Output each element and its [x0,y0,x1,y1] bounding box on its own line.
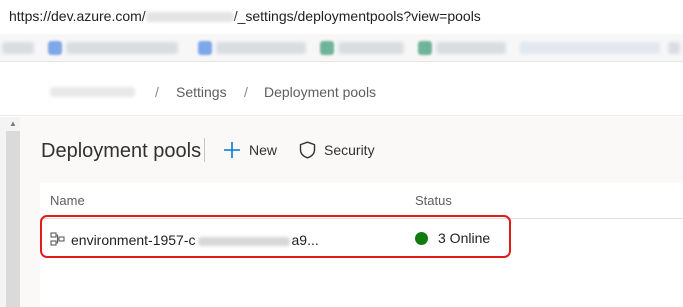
url-suffix: /_settings/deploymentpools?view=pools [233,8,481,24]
bookmark-item[interactable] [2,42,34,54]
breadcrumb-deployment-pools[interactable]: Deployment pools [264,84,376,100]
bookmark-icon [418,41,432,55]
bookmark-item[interactable] [216,42,306,54]
column-header-name[interactable]: Name [50,193,85,208]
url-prefix: https://dev.azure.com/ [9,8,146,24]
breadcrumb-separator: / [155,84,159,100]
bookmark-item[interactable] [520,42,660,54]
breadcrumb-settings[interactable]: Settings [176,84,227,100]
bookmark-item[interactable] [668,42,680,54]
scroll-up-icon[interactable]: ▲ [7,119,19,129]
security-button[interactable]: Security [299,139,375,161]
browser-url-bar[interactable]: https://dev.azure.com/ /_settings/deploym… [0,0,683,34]
breadcrumb-separator: / [244,84,248,100]
plus-icon [224,142,240,158]
bookmark-item[interactable] [66,42,178,54]
bookmark-icon [48,41,62,55]
new-button-label: New [249,142,278,158]
scrollbar[interactable] [6,131,20,307]
page-title: Deployment pools [41,140,202,162]
highlight-annotation [40,215,511,258]
breadcrumb: / Settings / Deployment pools [0,62,683,116]
bookmarks-bar [0,34,683,62]
bookmark-icon [198,41,212,55]
security-button-label: Security [324,142,375,158]
redacted-org-name [145,12,234,23]
bookmark-item[interactable] [436,42,506,54]
toolbar-divider [204,138,205,162]
bookmark-item[interactable] [338,42,404,54]
redacted-project-name[interactable] [50,87,135,97]
bookmark-icon [320,41,334,55]
url-text[interactable]: https://dev.azure.com/ /_settings/deploym… [9,8,481,24]
column-header-status[interactable]: Status [415,193,452,208]
shield-icon [299,141,316,159]
new-button[interactable]: New [223,139,277,161]
